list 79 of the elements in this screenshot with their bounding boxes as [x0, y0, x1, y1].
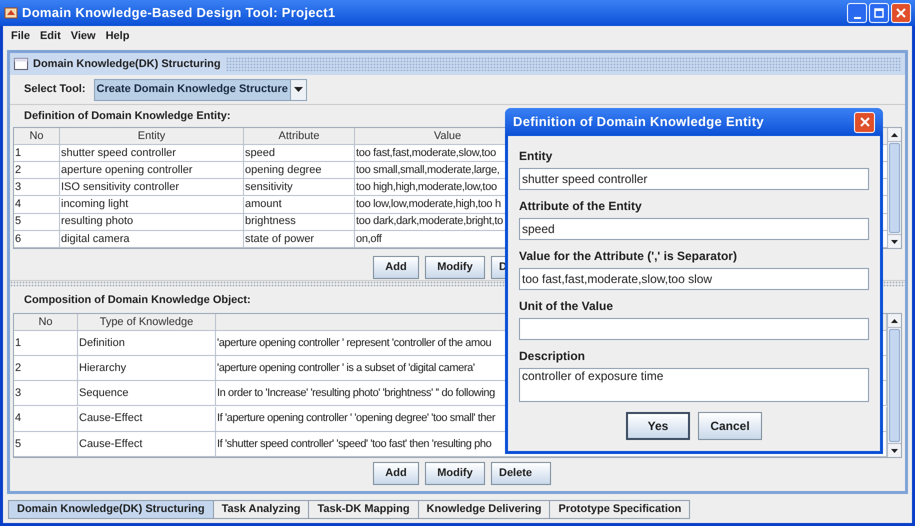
description-field[interactable]: controller of exposure time: [519, 368, 869, 402]
button[interactable]: Add: [373, 256, 419, 279]
table-cell: 4: [14, 196, 60, 214]
field-label: Unit of the Value: [519, 298, 614, 315]
menu-item[interactable]: File: [11, 28, 30, 44]
menu-item[interactable]: Help: [106, 28, 130, 44]
close-button[interactable]: [854, 112, 875, 132]
scrollbar[interactable]: [887, 314, 901, 457]
table-cell: incoming light: [60, 196, 244, 214]
app-icon: [4, 6, 18, 20]
table-cell: 1: [14, 145, 60, 162]
table-cell: aperture opening controller: [60, 162, 244, 180]
scrollbar[interactable]: [887, 128, 901, 248]
column-header[interactable]: No: [14, 128, 60, 145]
maximize-button[interactable]: [869, 3, 889, 23]
table-cell: Definition: [78, 331, 216, 356]
dropdown-arrow-icon: [294, 87, 303, 92]
close-button[interactable]: [891, 3, 911, 23]
button[interactable]: Cancel: [698, 412, 762, 440]
table-cell: Hierarchy: [78, 356, 216, 382]
tool-dropdown[interactable]: Create Domain Knowledge Structure: [94, 78, 307, 100]
table-cell: 6: [14, 230, 60, 248]
table-cell: 2: [14, 162, 60, 180]
button[interactable]: Add: [373, 462, 419, 485]
button[interactable]: Modify: [425, 256, 485, 279]
table-cell: 4: [14, 406, 78, 432]
table-cell: sensitivity: [244, 179, 355, 196]
button[interactable]: Modify: [425, 462, 485, 485]
minimize-button[interactable]: [847, 3, 867, 23]
table-cell: brightness: [244, 214, 355, 231]
column-header[interactable]: Attribute: [244, 128, 355, 145]
tab[interactable]: Task Analyzing: [212, 500, 310, 519]
table-cell: resulting photo: [60, 214, 244, 231]
minimize-icon: [854, 17, 860, 19]
tab[interactable]: Domain Knowledge(DK) Structuring: [8, 500, 214, 519]
table-cell: 5: [14, 432, 78, 457]
input-field[interactable]: shutter speed controller: [519, 168, 869, 190]
field-label: Select Tool:: [24, 82, 86, 98]
button[interactable]: Delete: [491, 462, 551, 485]
scroll-down-icon[interactable]: [891, 448, 898, 452]
table-cell: amount: [244, 196, 355, 214]
window-title: Domain Knowledge-Based Design Tool: Project1: [22, 4, 336, 22]
table-cell: opening degree: [244, 162, 355, 180]
section-heading: Composition of Domain Knowledge Object:: [24, 292, 251, 308]
column-header[interactable]: Type of Knowledge: [78, 314, 216, 331]
frame-title: Domain Knowledge(DK) Structuring: [33, 56, 221, 72]
menu-item[interactable]: Edit: [40, 28, 61, 44]
menu-item[interactable]: View: [70, 28, 96, 44]
input-field[interactable]: [519, 318, 869, 340]
table-cell: 3: [14, 381, 78, 406]
maximize-icon: [873, 7, 885, 19]
section-heading: Definition of Domain Knowledge Entity:: [24, 108, 231, 124]
tab[interactable]: Task-DK Mapping: [308, 500, 419, 519]
table-cell: 3: [14, 179, 60, 196]
input-field[interactable]: speed: [519, 218, 869, 240]
table-cell: Cause-Effect: [78, 432, 216, 457]
column-header[interactable]: No: [14, 314, 78, 331]
input-field[interactable]: too fast,fast,moderate,slow,too slow: [519, 268, 869, 290]
tab[interactable]: Knowledge Delivering: [418, 500, 550, 519]
field-label: Value for the Attribute (',' is Separator): [519, 248, 738, 265]
table-cell: digital camera: [60, 230, 244, 248]
table-cell: shutter speed controller: [60, 145, 244, 162]
table-cell: ISO sensitivity controller: [60, 179, 244, 196]
close-icon: [895, 7, 907, 19]
column-header[interactable]: Entity: [60, 128, 244, 145]
table-cell: speed: [244, 145, 355, 162]
tab[interactable]: Prototype Specification: [549, 500, 690, 519]
close-icon: [858, 116, 870, 128]
scroll-up-icon[interactable]: [891, 132, 898, 136]
scroll-up-icon[interactable]: [891, 318, 898, 322]
button[interactable]: Yes: [626, 412, 690, 440]
scroll-down-icon[interactable]: [891, 240, 898, 244]
table-cell: Sequence: [78, 381, 216, 406]
table-cell: Cause-Effect: [78, 406, 216, 432]
window-icon: [14, 58, 28, 70]
table-cell: 2: [14, 356, 78, 382]
table-cell: 5: [14, 214, 60, 231]
table-cell: state of power: [244, 230, 355, 248]
table-cell: 1: [14, 331, 78, 356]
